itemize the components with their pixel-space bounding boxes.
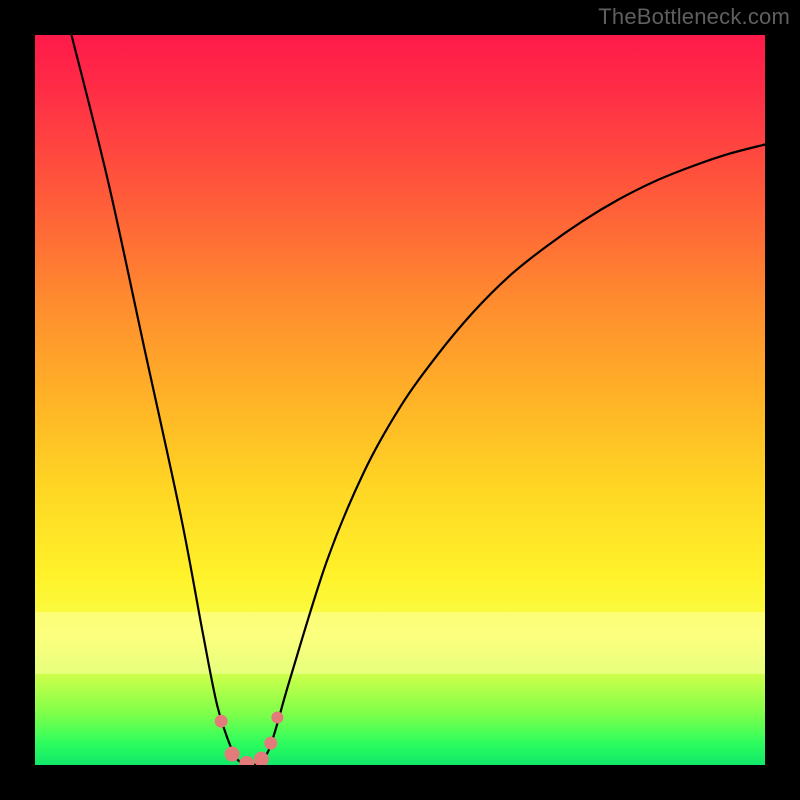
bottleneck-curve xyxy=(72,35,766,765)
marker-dot xyxy=(215,715,228,728)
plot-area xyxy=(35,35,765,765)
marker-dot xyxy=(264,737,277,750)
marker-dot xyxy=(239,756,254,765)
watermark-text: TheBottleneck.com xyxy=(598,4,790,30)
chart-frame: TheBottleneck.com xyxy=(0,0,800,800)
curve-markers xyxy=(215,712,284,765)
curve-svg xyxy=(35,35,765,765)
marker-dot xyxy=(225,747,240,762)
marker-dot xyxy=(271,712,283,724)
